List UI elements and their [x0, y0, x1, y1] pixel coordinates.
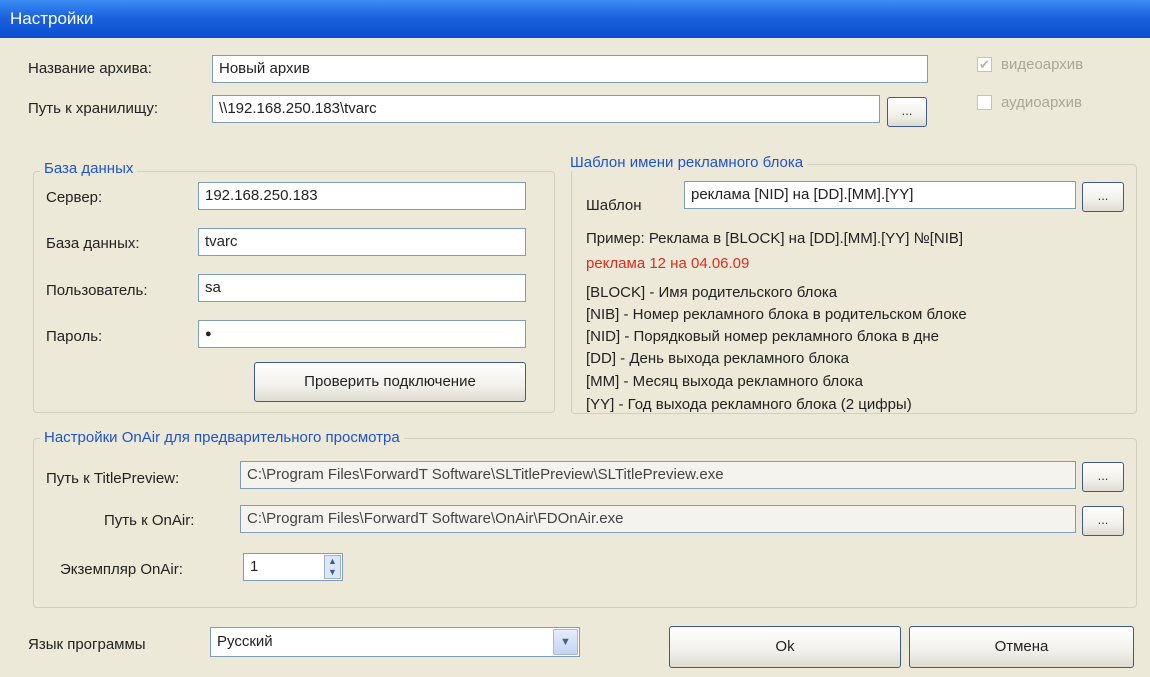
- title-bar: Настройки: [0, 0, 1150, 38]
- onair-instance-value: 1: [250, 558, 259, 575]
- stepper-up-icon[interactable]: ▲: [325, 556, 340, 567]
- archive-name-input[interactable]: Новый архив: [212, 55, 928, 83]
- cancel-button[interactable]: Отмена: [909, 626, 1134, 668]
- window-title: Настройки: [10, 9, 94, 28]
- placeholder-block-desc: [BLOCK] - Имя родительского блока: [586, 284, 838, 301]
- checkmark-icon: ✔: [979, 57, 990, 72]
- server-label: Сервер:: [46, 189, 103, 206]
- ok-button[interactable]: Ok: [669, 626, 901, 668]
- template-group-legend: Шаблон имени рекламного блока: [566, 154, 808, 171]
- database-group-legend: База данных: [40, 160, 138, 177]
- password-input[interactable]: ●: [198, 320, 526, 348]
- template-browse-button[interactable]: ...: [1082, 182, 1124, 212]
- storage-path-browse-button[interactable]: ...: [887, 97, 927, 127]
- language-select[interactable]: Русский: [210, 627, 580, 657]
- placeholder-nib-desc: [NIB] - Номер рекламного блока в родител…: [586, 306, 967, 323]
- onair-path-input[interactable]: C:\Program Files\ForwardT Software\OnAir…: [240, 505, 1076, 533]
- video-archive-label: видеоархив: [1001, 56, 1084, 73]
- onair-instance-label: Экземпляр OnAir:: [60, 561, 183, 578]
- check-connection-button[interactable]: Проверить подключение: [254, 362, 526, 402]
- stepper-down-icon[interactable]: ▼: [325, 567, 340, 578]
- placeholder-dd-desc: [DD] - День выхода рекламного блока: [586, 350, 849, 367]
- title-preview-path-input[interactable]: C:\Program Files\ForwardT Software\SLTit…: [240, 461, 1076, 489]
- video-archive-checkbox[interactable]: ✔: [977, 57, 992, 72]
- database-name-label: База данных:: [46, 235, 140, 252]
- password-label: Пароль:: [46, 328, 103, 345]
- placeholder-mm-desc: [MM] - Месяц выхода рекламного блока: [586, 373, 863, 390]
- storage-path-input[interactable]: \\192.168.250.183\tvarc: [212, 95, 880, 123]
- user-label: Пользователь:: [46, 282, 148, 299]
- placeholder-yy-desc: [YY] - Год выхода рекламного блока (2 ци…: [586, 396, 912, 413]
- audio-archive-checkbox[interactable]: [977, 95, 992, 110]
- template-input[interactable]: реклама [NID] на [DD].[MM].[YY]: [684, 181, 1076, 209]
- template-example-text: Пример: Реклама в [BLOCK] на [DD].[MM].[…: [586, 230, 964, 247]
- storage-path-label: Путь к хранилищу:: [28, 100, 159, 117]
- chevron-down-icon[interactable]: ▼: [553, 629, 578, 655]
- audio-archive-label: аудиоархив: [1001, 94, 1083, 111]
- archive-name-label: Название архива:: [28, 60, 152, 77]
- onair-instance-stepper[interactable]: ▲ ▼: [324, 555, 341, 579]
- onair-group-legend: Настройки OnAir для предварительного про…: [40, 429, 404, 446]
- language-selected-value: Русский: [217, 633, 273, 650]
- template-preview-text: реклама 12 на 04.06.09: [586, 255, 750, 272]
- title-preview-browse-button[interactable]: ...: [1082, 462, 1124, 492]
- onair-path-browse-button[interactable]: ...: [1082, 506, 1124, 536]
- onair-path-label: Путь к OnAir:: [104, 512, 195, 529]
- user-input[interactable]: sa: [198, 274, 526, 302]
- placeholder-nid-desc: [NID] - Порядковый номер рекламного блок…: [586, 328, 940, 345]
- server-input[interactable]: 192.168.250.183: [198, 182, 526, 210]
- database-name-input[interactable]: tvarc: [198, 228, 526, 256]
- title-preview-path-label: Путь к TitlePreview:: [46, 470, 180, 487]
- template-label: Шаблон: [586, 197, 642, 214]
- language-label: Язык программы: [28, 636, 146, 653]
